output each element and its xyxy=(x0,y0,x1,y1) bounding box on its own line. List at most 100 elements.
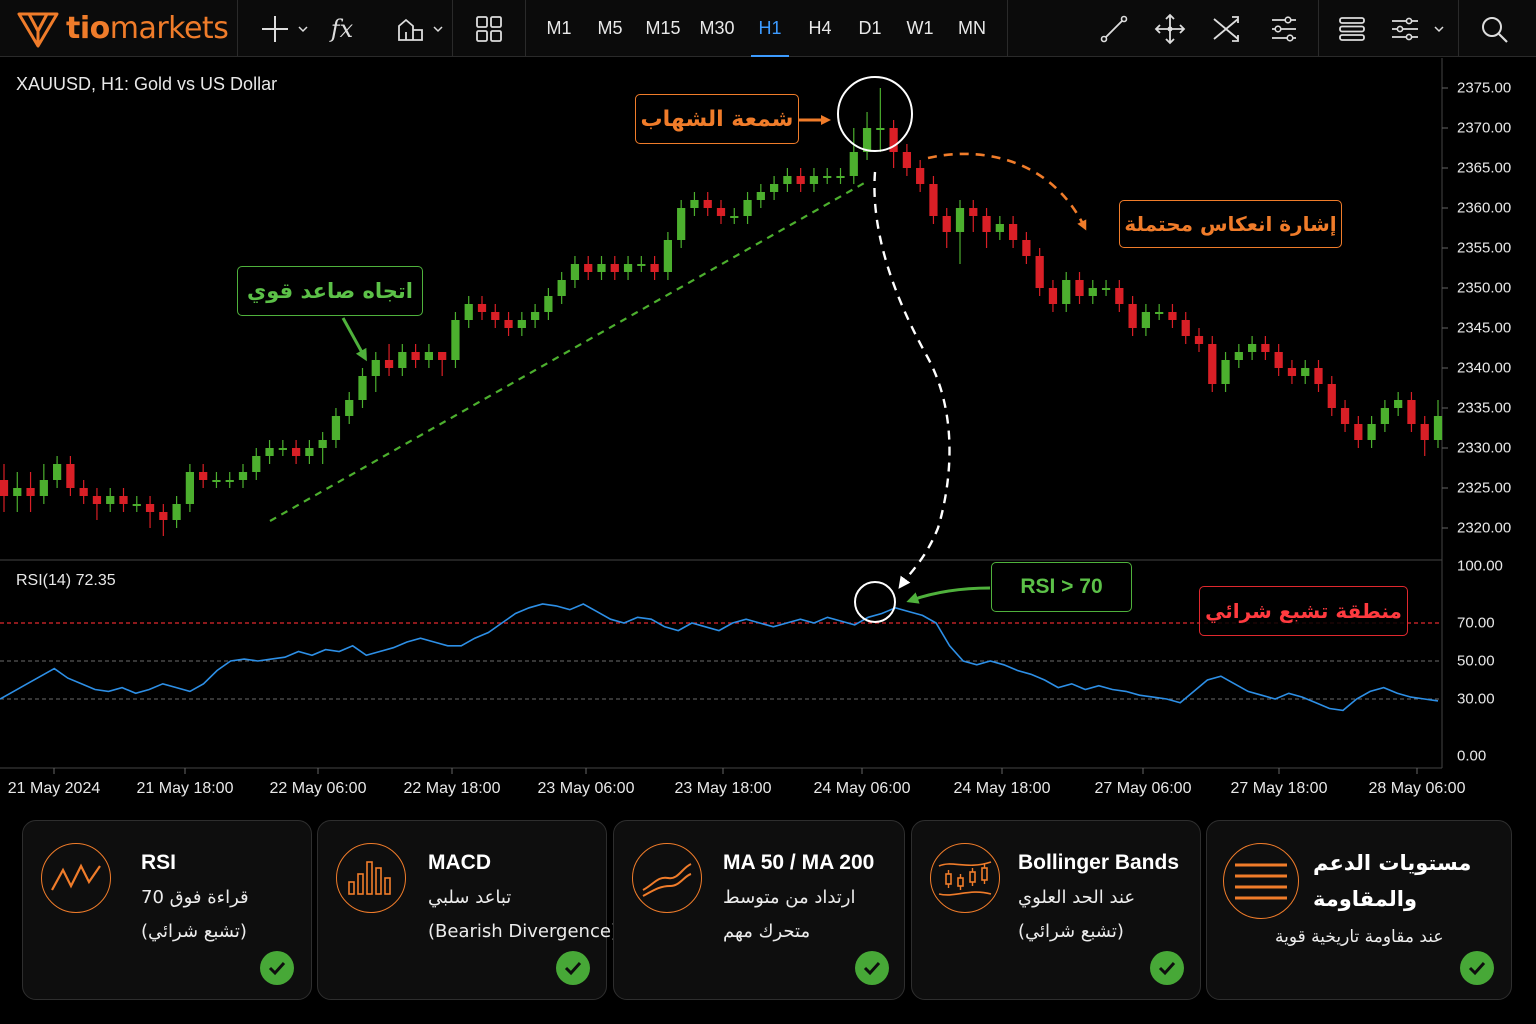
indicators-button[interactable]: fx xyxy=(322,0,362,57)
bullish-candle xyxy=(225,480,234,482)
bullish-candle xyxy=(1221,360,1230,384)
bullish-candle xyxy=(451,320,460,360)
bullish-candle xyxy=(1433,416,1443,440)
bullish-candle xyxy=(132,504,141,506)
timeframe-m15[interactable]: M15 xyxy=(638,0,688,57)
bullish-candle xyxy=(358,376,367,400)
rsi-axis-label: 50.00 xyxy=(1457,652,1495,670)
trendline-tool-button[interactable] xyxy=(1094,0,1134,57)
rsi-axis-label: 0.00 xyxy=(1457,747,1487,765)
stack-lines-icon xyxy=(1339,16,1365,41)
bullish-candle xyxy=(544,296,553,312)
bullish-candle xyxy=(597,264,606,272)
uptrend-arrow xyxy=(341,317,367,362)
sliders-icon xyxy=(1272,15,1296,42)
card-title: مستويات الدعم xyxy=(1313,851,1472,875)
card-moving-average[interactable]: MA 50 / MA 200 ارتداد من متوسط متحرك مهم xyxy=(613,820,905,1000)
bullish-candle xyxy=(530,312,540,320)
bearish-candle xyxy=(119,496,128,504)
bearish-candle xyxy=(1261,344,1270,352)
bullish-candle xyxy=(52,464,62,480)
time-axis-label: 24 May 18:00 xyxy=(953,780,1051,797)
timeframe-m1[interactable]: M1 xyxy=(534,0,584,57)
grid-layout-icon xyxy=(476,15,502,42)
settings-sliders-icon xyxy=(1392,17,1444,40)
bearish-candle xyxy=(1274,352,1283,368)
layout-grid-button[interactable] xyxy=(470,0,508,57)
bearish-candle xyxy=(1407,400,1416,424)
bullish-candle xyxy=(371,360,380,376)
timeframe-w1[interactable]: W1 xyxy=(895,0,945,57)
indicator-cards: RSI قراءة فوق 70 (تشبع شرائي) MACD تباعد… xyxy=(0,812,1536,1024)
time-axis-label: 21 May 18:00 xyxy=(136,780,234,797)
bearish-candle xyxy=(1194,336,1204,344)
bullish-candle xyxy=(809,176,819,184)
cross-lines-icon xyxy=(1213,15,1239,42)
price-axis-label: 2320.00 xyxy=(1457,519,1512,537)
bullish-candle xyxy=(424,352,434,360)
bullish-candle xyxy=(663,240,673,272)
search-button[interactable] xyxy=(1474,0,1514,57)
chart-area[interactable]: XAUUSD, H1: Gold vs US Dollar RSI(14) 72… xyxy=(0,58,1536,810)
card-title: Bollinger Bands xyxy=(1018,851,1180,874)
crosshair-tool-button[interactable] xyxy=(256,0,312,57)
timeframe-m30[interactable]: M30 xyxy=(692,0,742,57)
time-axis-label: 22 May 18:00 xyxy=(403,780,501,797)
move-tool-button[interactable] xyxy=(1150,0,1190,57)
timeframe-h1[interactable]: H1 xyxy=(745,0,795,57)
bearish-candle xyxy=(491,312,500,320)
price-chart[interactable] xyxy=(0,58,1536,810)
bullish-candle xyxy=(769,184,779,192)
bullish-candle xyxy=(212,480,221,482)
card-macd[interactable]: MACD تباعد سلبي (Bearish Divergence) xyxy=(317,820,618,1000)
card-title: MA 50 / MA 200 xyxy=(723,851,875,874)
bearish-candle xyxy=(145,504,155,512)
card-title: RSI xyxy=(141,851,177,874)
bullish-candle xyxy=(464,304,473,320)
bearish-candle xyxy=(703,200,712,208)
price-axis-label: 2335.00 xyxy=(1457,399,1512,417)
channel-tool-button[interactable] xyxy=(1264,0,1304,57)
timeframe-h4[interactable]: H4 xyxy=(795,0,845,57)
trendline-icon xyxy=(1100,15,1128,42)
bearish-candle xyxy=(159,512,168,520)
bearish-candle xyxy=(504,320,513,328)
candlestick-series xyxy=(0,88,1443,536)
bullish-candle xyxy=(1062,280,1071,304)
bearish-candle xyxy=(477,304,487,312)
bearish-candle xyxy=(1420,424,1429,440)
bullish-candle xyxy=(265,448,274,456)
settings-dropdown-button[interactable] xyxy=(1388,0,1446,57)
bullish-candle xyxy=(1234,352,1243,360)
card-title-line2: والمقاومة xyxy=(1313,887,1418,911)
card-rsi[interactable]: RSI قراءة فوق 70 (تشبع شرائي) xyxy=(22,820,312,1000)
bullish-candle xyxy=(305,448,314,456)
card-bollinger-bands[interactable]: Bollinger Bands عند الحد العلوي (تشبع شر… xyxy=(911,820,1201,1000)
objects-list-button[interactable] xyxy=(1332,0,1372,57)
price-axis-label: 2345.00 xyxy=(1457,319,1512,337)
bullish-candle xyxy=(677,208,686,240)
bullish-candle xyxy=(995,224,1004,232)
bullish-candle xyxy=(1247,344,1257,352)
bullish-candle xyxy=(1380,408,1390,424)
macd-bars-icon xyxy=(336,843,406,913)
bearish-candle xyxy=(384,360,394,368)
crosshair-icon xyxy=(262,15,308,42)
timeframe-d1[interactable]: D1 xyxy=(845,0,895,57)
card-line1: عند مقاومة تاريخية قوية xyxy=(1275,927,1444,947)
time-axis-label: 23 May 18:00 xyxy=(674,780,772,797)
bearish-candle xyxy=(916,168,925,184)
fibonacci-tool-button[interactable] xyxy=(1206,0,1246,57)
timeframe-mn[interactable]: MN xyxy=(947,0,997,57)
shooting-star-highlight-circle xyxy=(837,76,913,152)
card-line2: (Bearish Divergence) xyxy=(428,921,618,942)
bearish-candle xyxy=(1168,312,1177,320)
card-support-resistance[interactable]: مستويات الدعم والمقاومة عند مقاومة تاريخ… xyxy=(1206,820,1512,1000)
time-axis-label: 23 May 06:00 xyxy=(537,780,635,797)
timeframe-m5[interactable]: M5 xyxy=(585,0,635,57)
templates-button[interactable] xyxy=(392,0,448,57)
rsi-indicator-label: RSI(14) 72.35 xyxy=(16,572,116,589)
logo-text: tiomarkets xyxy=(66,11,229,46)
check-icon xyxy=(855,951,889,985)
uptrend-dashed-line xyxy=(269,181,867,522)
